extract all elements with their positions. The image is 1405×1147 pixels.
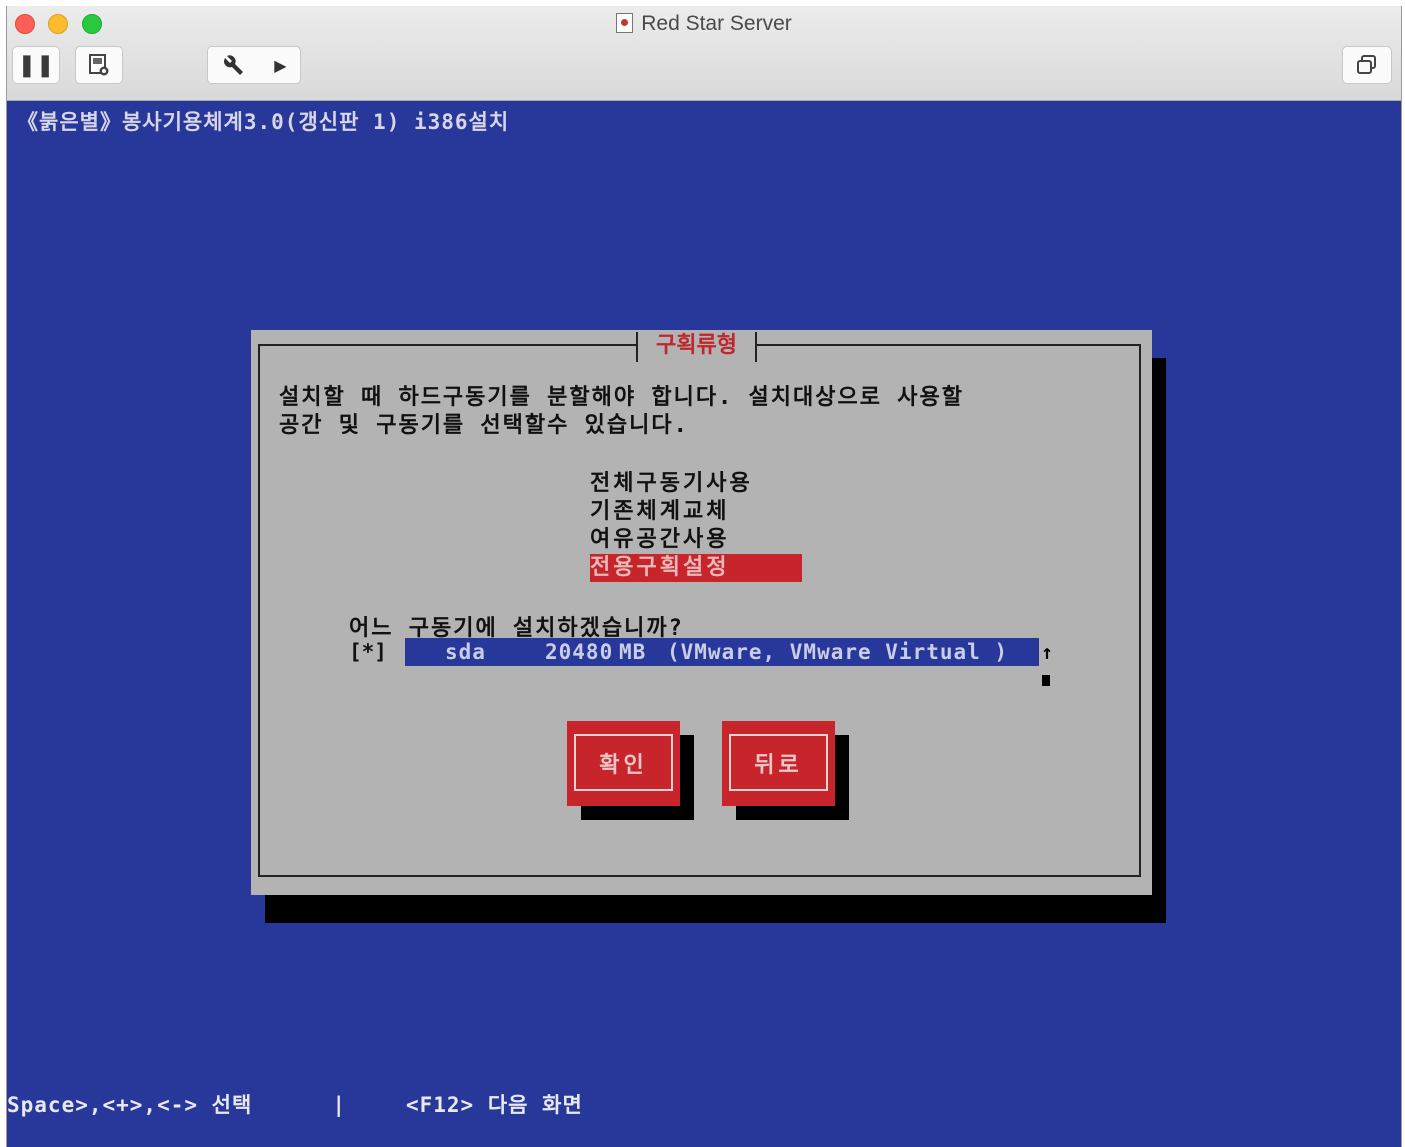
status-separator: | bbox=[332, 1093, 346, 1117]
back-button-label: 뒤로 bbox=[729, 734, 828, 791]
snapshot-icon bbox=[87, 53, 111, 77]
back-button[interactable]: 뒤로 bbox=[722, 721, 835, 806]
title-bar: Red Star Server ❚❚ ▶ bbox=[7, 6, 1401, 101]
pause-icon: ❚❚ bbox=[17, 52, 55, 78]
dialog-description-line: 공간 및 구동기를 선택할수 있습니다. bbox=[279, 413, 689, 438]
ok-button[interactable]: 확인 bbox=[567, 721, 680, 806]
dialog-description-line: 설치할 때 하드구동기를 분할해야 합니다. 설치대상으로 사용할 bbox=[279, 385, 964, 410]
option-replace-existing[interactable]: 기존체계교체 bbox=[590, 498, 802, 526]
option-use-free-space[interactable]: 여유공간사용 bbox=[590, 526, 802, 554]
drive-name: sda bbox=[445, 640, 486, 664]
drive-size: 20480 bbox=[545, 640, 614, 664]
restore-window-icon bbox=[1355, 53, 1379, 77]
pause-button[interactable]: ❚❚ bbox=[12, 46, 60, 84]
ok-button-label: 확인 bbox=[574, 734, 673, 791]
window-title: Red Star Server bbox=[7, 12, 1401, 36]
drive-item-sda[interactable]: sda 20480 MB (VMware, VMware Virtual ) bbox=[405, 638, 1039, 666]
installer-header: 《붉은별》봉사기용체계3.0(갱신판 1) i386설치 bbox=[17, 110, 510, 134]
restore-window-button[interactable] bbox=[1342, 46, 1392, 84]
partition-options-list: 전체구동기사용 기존체계교체 여유공간사용 전용구획설정 bbox=[590, 470, 802, 582]
drive-unit: MB bbox=[619, 640, 647, 664]
option-custom-layout[interactable]: 전용구획설정 bbox=[590, 554, 802, 582]
partition-type-dialog: 구획류형 설치할 때 하드구동기를 분할해야 합니다. 설치대상으로 사용할 공… bbox=[251, 330, 1152, 895]
dialog-description: 설치할 때 하드구동기를 분할해야 합니다. 설치대상으로 사용할 공간 및 구… bbox=[279, 384, 1119, 440]
wrench-icon bbox=[221, 52, 247, 78]
drive-list-row[interactable]: [*] sda 20480 MB (VMware, VMware Virtual… bbox=[349, 638, 1053, 666]
document-icon bbox=[616, 13, 634, 33]
status-bar: Space>,<+>,<-> 선택 | <F12> 다음 화면 bbox=[7, 1089, 583, 1119]
drive-model: (VMware, VMware Virtual ) bbox=[667, 640, 1009, 664]
drive-checkbox[interactable]: [*] bbox=[349, 640, 405, 664]
status-next: 다음 화면 bbox=[487, 1093, 583, 1117]
snapshot-button[interactable] bbox=[75, 46, 123, 84]
scroll-up-arrow-icon[interactable]: ↑ bbox=[1041, 640, 1053, 664]
option-use-entire-drive[interactable]: 전체구동기사용 bbox=[590, 470, 802, 498]
status-select: 선택 bbox=[211, 1093, 253, 1117]
settings-button[interactable]: ▶ bbox=[207, 46, 301, 84]
status-keys: Space>,<+>,<-> bbox=[7, 1093, 199, 1117]
installer-console: 《붉은별》봉사기용체계3.0(갱신판 1) i386설치 구획류형 설치할 때 … bbox=[7, 101, 1401, 1147]
status-f12: <F12> bbox=[405, 1093, 475, 1117]
vm-window: Red Star Server ❚❚ ▶ 《붉은별》봉사기용체계3.0(갱신판 … bbox=[6, 6, 1402, 1147]
window-title-text: Red Star Server bbox=[641, 12, 792, 35]
play-arrow-icon[interactable]: ▶ bbox=[274, 56, 286, 75]
dialog-title: 구획류형 bbox=[636, 332, 757, 362]
scrollbar-thumb[interactable] bbox=[1042, 675, 1050, 686]
